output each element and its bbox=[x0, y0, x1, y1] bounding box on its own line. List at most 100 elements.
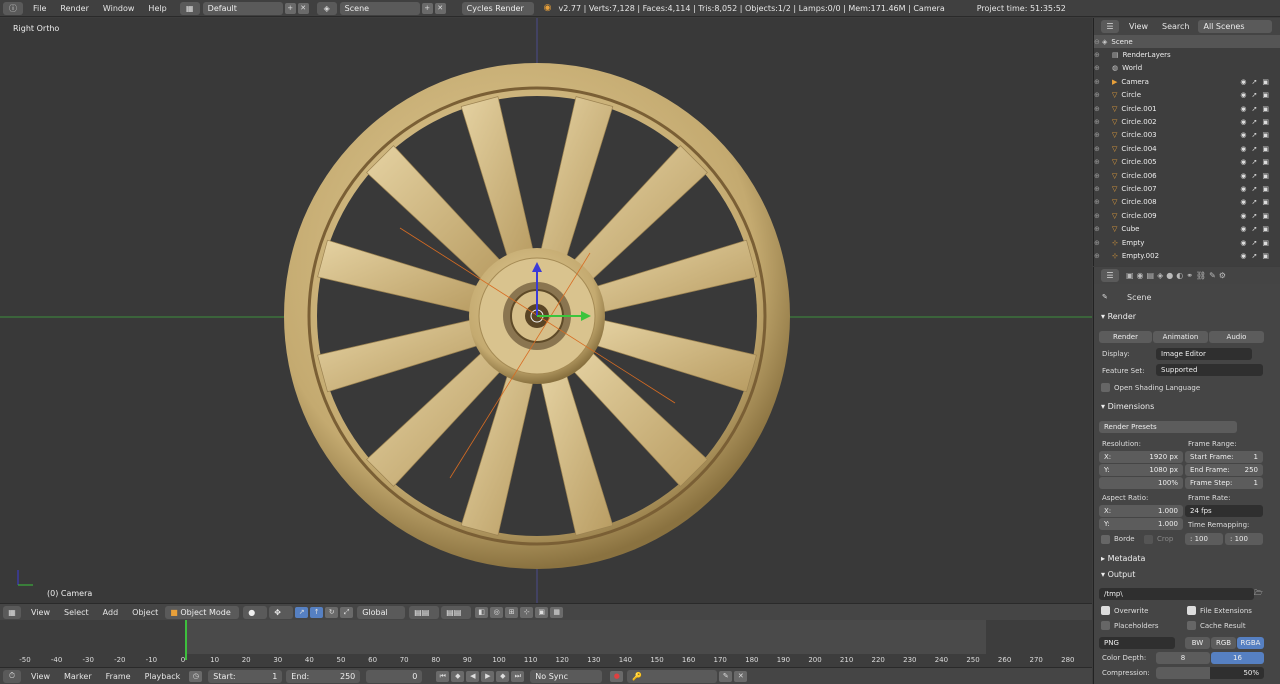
crop-checkbox[interactable] bbox=[1144, 535, 1153, 544]
outliner-item[interactable]: ⊕ ▽ Circle.001 ◉➚▣ bbox=[1094, 102, 1280, 115]
aspect-y-field[interactable]: Y: 1.000 bbox=[1099, 518, 1183, 530]
color-rgb-button[interactable]: RGB bbox=[1211, 637, 1236, 649]
depth-16-button[interactable]: 16 bbox=[1211, 652, 1264, 664]
expand-toggle-icon[interactable]: ⊕ bbox=[1094, 212, 1110, 220]
dimensions-panel-header[interactable]: ▾ Dimensions bbox=[1094, 399, 1274, 414]
res-percent-field[interactable]: 100% bbox=[1099, 477, 1183, 489]
expand-toggle-icon[interactable]: ⊕ bbox=[1094, 131, 1110, 139]
outliner-item[interactable]: ⊕ ▽ Circle.007 ◉➚▣ bbox=[1094, 182, 1280, 195]
file-format-select[interactable]: PNG bbox=[1099, 637, 1175, 649]
expand-toggle-icon[interactable]: ⊕ bbox=[1094, 172, 1110, 180]
remove-layout-icon[interactable]: ✕ bbox=[297, 2, 309, 14]
render-button[interactable]: Render bbox=[1099, 331, 1152, 343]
jump-start-icon[interactable]: ⏮ bbox=[436, 670, 450, 682]
outliner-item[interactable]: ⊕ ▶ Camera ◉➚▣ bbox=[1094, 75, 1280, 88]
sync-select[interactable]: No Sync bbox=[530, 669, 603, 683]
menu-render[interactable]: Render bbox=[53, 4, 95, 13]
outliner-item[interactable]: ⊕ ▽ Circle.008 ◉➚▣ bbox=[1094, 196, 1280, 209]
output-panel-header[interactable]: ▾ Output bbox=[1094, 567, 1274, 582]
outliner-item[interactable]: ⊕ ▽ Circle.009 ◉➚▣ bbox=[1094, 209, 1280, 222]
compression-slider[interactable]: 50% bbox=[1156, 667, 1264, 679]
end-frame-field[interactable]: End Frame: 250 bbox=[1185, 464, 1263, 476]
snap-target-icon[interactable]: ⊹ bbox=[520, 606, 534, 618]
outliner-item[interactable]: ⊕ ⊹ Empty.002 ◉➚▣ bbox=[1094, 249, 1280, 262]
folder-icon[interactable]: 🗁 bbox=[1254, 589, 1263, 600]
opengl-render-icon[interactable]: ▦ bbox=[550, 606, 564, 618]
visibility-toggle-icons[interactable]: ◉➚▣ bbox=[1240, 185, 1274, 193]
play-icon[interactable]: ▶ bbox=[481, 670, 495, 682]
outliner-item[interactable]: ⊕ ▽ Circle.005 ◉➚▣ bbox=[1094, 156, 1280, 169]
outliner-item[interactable]: ⊕ ▽ Circle ◉➚▣ bbox=[1094, 89, 1280, 102]
layout-icon[interactable]: ▦ bbox=[179, 1, 200, 15]
visibility-toggle-icons[interactable]: ◉➚▣ bbox=[1240, 198, 1274, 206]
vp-menu-add[interactable]: Add bbox=[96, 608, 126, 617]
expand-toggle-icon[interactable]: ⊕ bbox=[1094, 158, 1110, 166]
outliner-filter-select[interactable]: All Scenes bbox=[1198, 20, 1273, 33]
vp-menu-select[interactable]: Select bbox=[57, 608, 96, 617]
delete-keyframe-icon[interactable]: ✕ bbox=[734, 670, 748, 682]
expand-toggle-icon[interactable]: ⊕ bbox=[1094, 64, 1110, 72]
pivot-select[interactable]: ✥ bbox=[269, 605, 294, 619]
depth-8-button[interactable]: 8 bbox=[1156, 652, 1210, 664]
visibility-toggle-icons[interactable]: ◉➚▣ bbox=[1240, 118, 1274, 126]
color-bw-button[interactable]: BW bbox=[1185, 637, 1210, 649]
start-frame-input[interactable]: Start: 1 bbox=[208, 669, 283, 683]
add-layout-icon[interactable]: + bbox=[284, 2, 296, 14]
output-path-field[interactable]: /tmp\ bbox=[1099, 588, 1254, 600]
outliner-menu-search[interactable]: Search bbox=[1155, 22, 1196, 31]
vp-menu-view[interactable]: View bbox=[24, 608, 57, 617]
tl-menu-view[interactable]: View bbox=[24, 672, 57, 681]
visibility-toggle-icons[interactable]: ◉➚▣ bbox=[1240, 252, 1274, 260]
outliner-editor-icon[interactable]: ☰ bbox=[1101, 20, 1119, 33]
metadata-panel-header[interactable]: ▸ Metadata bbox=[1094, 551, 1274, 566]
remap-new-field[interactable]: : 100 bbox=[1225, 533, 1263, 545]
visibility-toggle-icons[interactable]: ◉➚▣ bbox=[1240, 158, 1274, 166]
outliner-item[interactable]: ⊖ ◈ Scene bbox=[1094, 35, 1280, 49]
border-checkbox[interactable] bbox=[1101, 535, 1110, 544]
playhead[interactable] bbox=[185, 620, 187, 660]
expand-toggle-icon[interactable]: ⊕ bbox=[1094, 198, 1110, 206]
3d-viewport[interactable]: Right Ortho (0) Camera bbox=[0, 18, 1092, 603]
visibility-toggle-icons[interactable]: ◉➚▣ bbox=[1240, 131, 1274, 139]
remap-old-field[interactable]: : 100 bbox=[1185, 533, 1223, 545]
outliner-item[interactable]: ⊕ ▽ Cube ◉➚▣ bbox=[1094, 222, 1280, 235]
render-preview-icon[interactable]: ▣ bbox=[535, 606, 549, 618]
rotate-icon[interactable]: ↻ bbox=[325, 606, 339, 618]
render-presets-select[interactable]: Render Presets bbox=[1099, 421, 1237, 433]
mode-select[interactable]: ■ Object Mode bbox=[165, 605, 240, 619]
vp-menu-object[interactable]: Object bbox=[125, 608, 165, 617]
jump-end-icon[interactable]: ⏭ bbox=[511, 670, 525, 682]
expand-toggle-icon[interactable]: ⊖ bbox=[1094, 38, 1100, 46]
layers-grid-2[interactable]: ▤▤ bbox=[441, 605, 472, 619]
cache-result-checkbox[interactable] bbox=[1187, 621, 1196, 630]
color-rgba-button[interactable]: RGBA bbox=[1237, 637, 1264, 649]
properties-editor[interactable]: ☰ ▣◉▤◈●◐⚭⛓✎⚙ ✎ Scene ▾ Render Render Ani… bbox=[1093, 267, 1280, 684]
osl-checkbox[interactable] bbox=[1101, 383, 1110, 392]
keying-set-field[interactable]: 🔑 bbox=[627, 669, 718, 683]
expand-toggle-icon[interactable]: ⊕ bbox=[1094, 91, 1110, 99]
tl-menu-frame[interactable]: Frame bbox=[99, 672, 138, 681]
visibility-toggle-icons[interactable]: ◉➚▣ bbox=[1240, 91, 1274, 99]
shading-select[interactable]: ● bbox=[243, 605, 268, 619]
menu-help[interactable]: Help bbox=[141, 4, 173, 13]
timeline-area[interactable]: -50 -40 -30 -20 -10 0 10 20 30 40 50 60 70 80 90 100 110… bbox=[0, 620, 1092, 667]
editor-type-button[interactable]: ⓘ bbox=[3, 1, 23, 15]
outliner-item[interactable]: ⊕ ▤ RenderLayers bbox=[1094, 48, 1280, 61]
record-icon[interactable]: ● bbox=[610, 670, 624, 682]
outliner-item[interactable]: ⊕ ▽ Circle.004 ◉➚▣ bbox=[1094, 142, 1280, 155]
outliner-item[interactable]: ⊕ ⊹ Empty ◉➚▣ bbox=[1094, 236, 1280, 249]
visibility-toggle-icons[interactable]: ◉➚▣ bbox=[1240, 78, 1274, 86]
view3d-editor-icon[interactable]: ▦ bbox=[3, 605, 21, 619]
menu-window[interactable]: Window bbox=[96, 4, 142, 13]
frame-rate-select[interactable]: 24 fps bbox=[1185, 505, 1263, 517]
placeholders-checkbox[interactable] bbox=[1101, 621, 1110, 630]
outliner-item[interactable]: ⊕ ▽ Circle.003 ◉➚▣ bbox=[1094, 129, 1280, 142]
render-panel-header[interactable]: ▾ Render bbox=[1094, 309, 1274, 324]
display-select[interactable]: Image Editor bbox=[1156, 348, 1252, 360]
insert-keyframe-icon[interactable]: ✎ bbox=[719, 670, 733, 682]
layout-selector[interactable]: Default bbox=[202, 1, 283, 15]
expand-toggle-icon[interactable]: ⊕ bbox=[1094, 225, 1110, 233]
remove-scene-icon[interactable]: ✕ bbox=[434, 2, 446, 14]
expand-toggle-icon[interactable]: ⊕ bbox=[1094, 145, 1110, 153]
audio-button[interactable]: Audio bbox=[1209, 331, 1264, 343]
